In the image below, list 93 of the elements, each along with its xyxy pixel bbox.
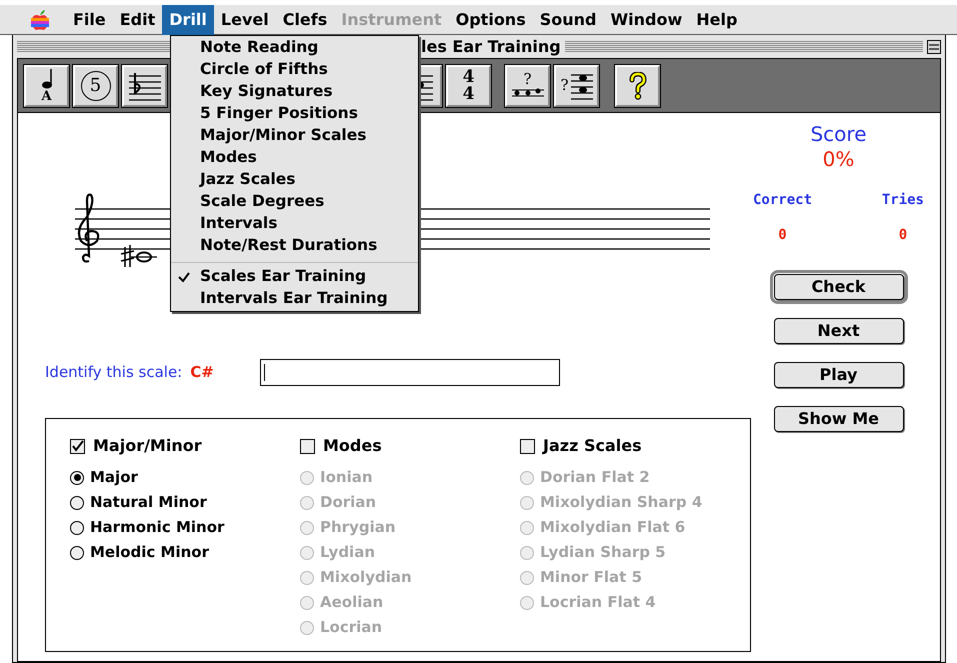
menu-item[interactable]: Circle of Fifths: [171, 59, 418, 81]
question-mark: ?: [560, 75, 569, 96]
checkbox[interactable]: [70, 438, 85, 454]
menu-item[interactable]: Major/Minor Scales: [171, 125, 418, 147]
menu-item[interactable]: Note Reading: [171, 37, 418, 59]
menu-item[interactable]: Jazz Scales: [171, 169, 418, 191]
radio-button[interactable]: [520, 546, 534, 560]
radio-label: Ionian: [320, 467, 373, 488]
stat-value: 0: [778, 226, 787, 245]
radio-label: Melodic Minor: [90, 542, 209, 564]
checkbox-label: Modes: [323, 435, 382, 457]
radio-button[interactable]: [520, 470, 534, 484]
toolbar-button[interactable]: 4 4: [446, 64, 491, 106]
radio-label: Mixolydian Flat 6: [540, 517, 686, 538]
radio-label: Phrygian: [320, 517, 396, 538]
toolbar-button[interactable]: A: [24, 64, 69, 106]
radio-label: Mixolydian: [320, 567, 412, 588]
score-percent: 0%: [822, 147, 854, 172]
help-icon: [628, 72, 646, 100]
toolbar-button[interactable]: ?: [554, 64, 599, 106]
menu-title[interactable]: Level: [214, 4, 276, 34]
menu-item[interactable]: Note/Rest Durations: [171, 235, 418, 257]
radio-label: Aeolian: [320, 592, 384, 614]
scale-root: C#: [190, 362, 215, 384]
action-button[interactable]: Next: [774, 318, 904, 344]
radio-button[interactable]: [300, 496, 314, 510]
radio-label: Lydian Sharp 5: [540, 542, 666, 564]
radio-button[interactable]: [520, 570, 534, 584]
radio-label: Dorian: [320, 492, 376, 514]
radio-label: Dorian Flat 2: [540, 467, 650, 488]
radio-button[interactable]: [70, 470, 84, 484]
answer-field[interactable]: [260, 359, 560, 386]
scale-prompt: Identify this scale:: [45, 362, 182, 384]
notes-on-line-icon: [510, 87, 544, 99]
radio-label: Lydian: [320, 542, 375, 564]
menu-title[interactable]: Clefs: [276, 4, 334, 34]
action-button[interactable]: Play: [774, 362, 904, 388]
checkbox-label: Jazz Scales: [543, 435, 642, 457]
toolbar-button[interactable]: ?: [505, 64, 550, 106]
action-button[interactable]: Show Me: [774, 406, 904, 432]
menu-item[interactable]: 5 Finger Positions: [171, 103, 418, 125]
menu-title[interactable]: Edit: [112, 4, 162, 34]
menu-item[interactable]: Scale Degrees: [171, 191, 418, 213]
radio-label: Locrian: [320, 617, 382, 638]
radio-label: Locrian Flat 4: [540, 592, 656, 614]
time-signature-bottom: 4: [462, 86, 474, 102]
apple-logo-icon[interactable]: [30, 8, 50, 30]
stat-value: 0: [898, 226, 908, 245]
radio-button[interactable]: [300, 570, 314, 584]
menu-title[interactable]: Drill: [162, 4, 214, 34]
radio-button[interactable]: [300, 520, 314, 534]
flat-staff-icon: [126, 70, 162, 100]
window-title: les Ear Training: [421, 36, 561, 58]
stat-label: Tries: [882, 191, 924, 210]
radio-label: Minor Flat 5: [540, 567, 642, 588]
menu-item[interactable]: Intervals: [171, 213, 418, 235]
radio-button[interactable]: [300, 546, 314, 560]
radio-button[interactable]: [520, 596, 534, 610]
radio-button[interactable]: [520, 496, 534, 510]
checkbox-label: Major/Minor: [93, 435, 202, 457]
menu-title[interactable]: Sound: [532, 4, 604, 34]
radio-label: Harmonic Minor: [90, 517, 224, 538]
checkbox[interactable]: [300, 438, 315, 454]
time-signature-top: 4: [462, 68, 474, 86]
menu-title[interactable]: Window: [603, 4, 690, 34]
toolbar-button[interactable]: [615, 64, 660, 106]
question-mark: ?: [523, 72, 532, 87]
stat-label: Correct: [753, 191, 812, 210]
radio-button[interactable]: [300, 596, 314, 610]
toolbar-button[interactable]: 5: [73, 64, 118, 106]
menu-title[interactable]: Options: [448, 4, 533, 34]
radio-button[interactable]: [70, 496, 84, 510]
menu-item[interactable]: Intervals Ear Training: [171, 288, 418, 310]
toolbar-button[interactable]: [122, 64, 167, 106]
collapse-box-icon[interactable]: [927, 40, 941, 54]
score-title: Score: [810, 122, 866, 147]
quarter-note-icon: [40, 68, 52, 90]
radio-label: Major: [90, 467, 138, 488]
menu-title[interactable]: File: [66, 4, 113, 34]
check-mark-icon: [177, 271, 191, 283]
menu-item[interactable]: Scales Ear Training: [171, 266, 418, 288]
radio-label: Natural Minor: [90, 492, 207, 514]
radio-button[interactable]: [70, 520, 84, 534]
checkbox[interactable]: [520, 438, 535, 454]
note-letter: A: [41, 90, 52, 103]
radio-button[interactable]: [300, 470, 314, 484]
radio-button[interactable]: [300, 620, 314, 634]
radio-button[interactable]: [70, 546, 84, 560]
menu-title[interactable]: Help: [689, 4, 744, 34]
radio-label: Mixolydian Sharp 4: [540, 492, 702, 514]
radio-button[interactable]: [520, 520, 534, 534]
menu-item[interactable]: Modes: [171, 147, 418, 169]
menu-item[interactable]: Key Signatures: [171, 81, 418, 103]
